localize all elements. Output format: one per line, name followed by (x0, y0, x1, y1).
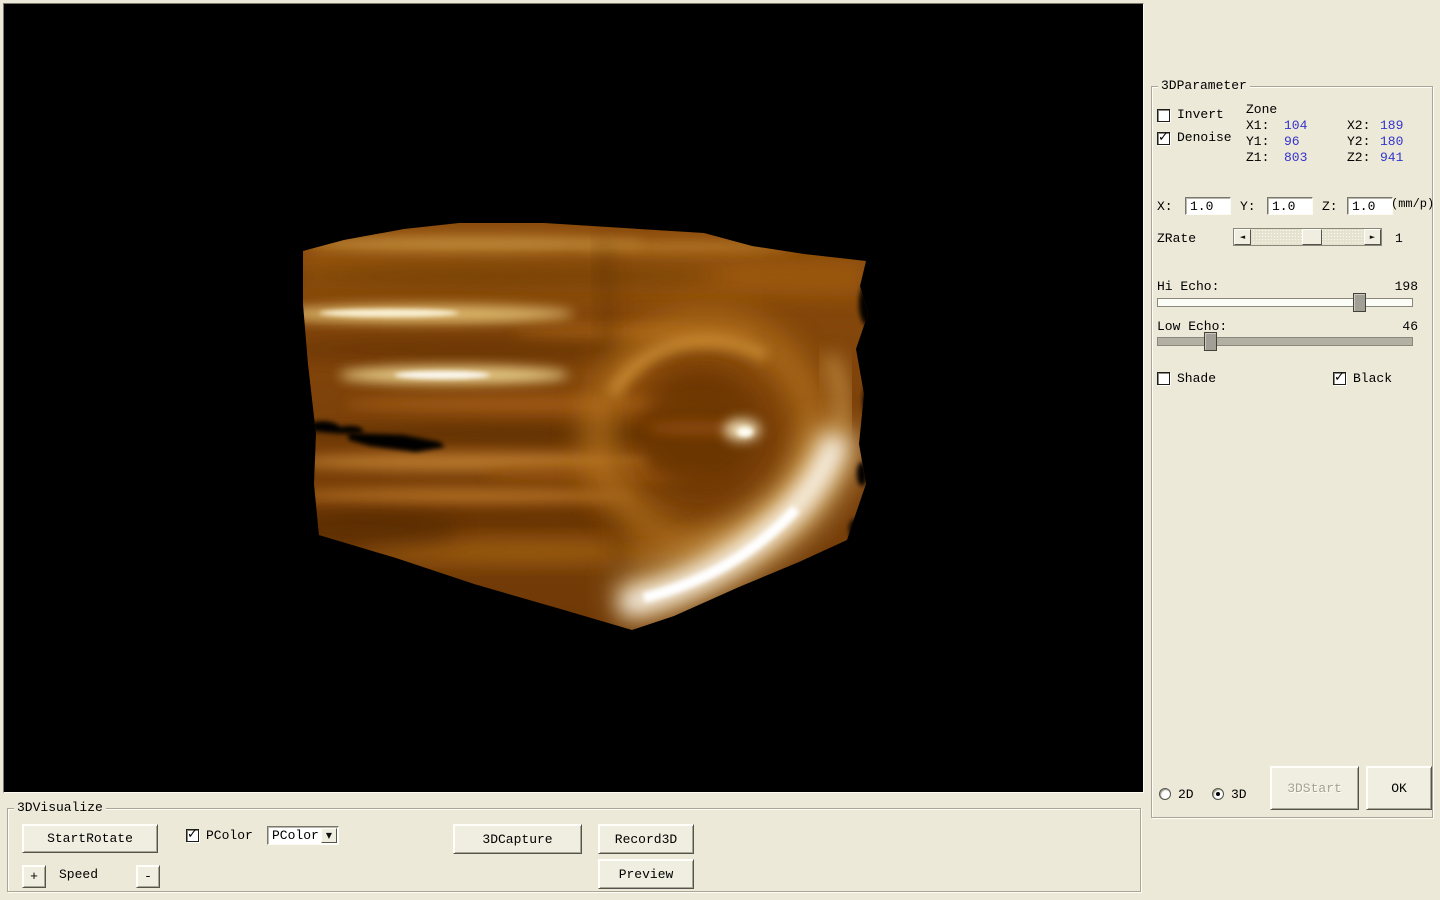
ultrasound-volume-render (4, 4, 1143, 792)
speed-label: Speed (59, 867, 98, 882)
pcolor-select-value: PColor (272, 828, 319, 843)
group-3dparameter-title: 3DParameter (1158, 78, 1250, 94)
hi-echo-slider-thumb[interactable] (1353, 293, 1366, 312)
pcolor-select[interactable]: PColor ▼ (267, 826, 339, 845)
zone-x1-value: 104 (1284, 118, 1307, 133)
zrate-scroll-right-icon[interactable]: ► (1364, 229, 1381, 245)
zrate-label: ZRate (1157, 231, 1196, 246)
mode-3d-radio[interactable] (1212, 788, 1224, 800)
start-rotate-button[interactable]: StartRotate (22, 824, 158, 853)
zone-z1-label: Z1: (1246, 150, 1269, 165)
app-window: { "colors": { "window_bg": "#ece9d8", "v… (0, 0, 1440, 900)
zone-y1-label: Y1: (1246, 134, 1269, 149)
speed-plus-button[interactable]: + (22, 865, 46, 888)
black-label: Black (1353, 371, 1392, 386)
black-checkbox[interactable]: ✓ (1333, 372, 1346, 385)
pcolor-label: PColor (206, 828, 253, 843)
zone-x2-value: 189 (1380, 118, 1403, 133)
zone-y2-label: Y2: (1347, 134, 1370, 149)
zone-z2-value: 941 (1380, 150, 1403, 165)
group-3dvisualize: 3DVisualize StartRotate ✓ PColor PColor … (7, 808, 1141, 892)
shade-checkbox[interactable] (1157, 372, 1170, 385)
ok-button[interactable]: OK (1366, 766, 1432, 810)
shade-label: Shade (1177, 371, 1216, 386)
pcolor-checkbox[interactable]: ✓ (186, 829, 199, 842)
zone-y1-value: 96 (1284, 134, 1300, 149)
hi-echo-value: 198 (1395, 279, 1418, 294)
scale-x-label: X: (1157, 199, 1173, 214)
zone-x1-label: X1: (1246, 118, 1269, 133)
group-3dvisualize-title: 3DVisualize (14, 800, 106, 816)
invert-label: Invert (1177, 107, 1224, 122)
check-icon: ✓ (187, 827, 198, 842)
radio-dot-icon (1216, 792, 1220, 796)
zone-title: Zone (1246, 102, 1277, 117)
low-echo-slider-track[interactable] (1157, 337, 1413, 346)
denoise-label: Denoise (1177, 130, 1232, 145)
check-icon: ✓ (1334, 370, 1345, 385)
mode-3d-label: 3D (1231, 787, 1247, 802)
low-echo-value: 46 (1402, 319, 1418, 334)
speed-minus-button[interactable]: - (136, 865, 160, 888)
hi-echo-label: Hi Echo: (1157, 279, 1219, 294)
group-3dparameter: 3DParameter Invert ✓ Denoise Zone X1: 10… (1151, 86, 1433, 818)
scale-y-input[interactable] (1267, 197, 1313, 215)
scale-x-input[interactable] (1185, 197, 1231, 215)
chevron-down-icon[interactable]: ▼ (321, 828, 337, 843)
scale-unit-label: (mm/p) (1391, 197, 1434, 212)
scale-z-label: Z: (1322, 199, 1338, 214)
scale-z-input[interactable] (1347, 197, 1393, 215)
invert-checkbox[interactable] (1157, 109, 1170, 122)
preview-button[interactable]: Preview (598, 859, 694, 889)
scale-y-label: Y: (1240, 199, 1256, 214)
zrate-scroll-left-icon[interactable]: ◄ (1234, 229, 1251, 245)
zrate-scrollbar[interactable]: ◄ ► (1233, 228, 1382, 246)
check-icon: ✓ (1158, 130, 1169, 145)
zone-x2-label: X2: (1347, 118, 1370, 133)
3dstart-button[interactable]: 3DStart (1270, 766, 1359, 810)
3dcapture-button[interactable]: 3DCapture (453, 824, 582, 854)
zrate-scrollbar-thumb[interactable] (1302, 229, 1322, 245)
denoise-checkbox[interactable]: ✓ (1157, 132, 1170, 145)
zrate-value: 1 (1395, 231, 1403, 246)
hi-echo-slider-track[interactable] (1157, 298, 1413, 307)
mode-2d-radio[interactable] (1159, 788, 1171, 800)
zone-z1-value: 803 (1284, 150, 1307, 165)
low-echo-slider-thumb[interactable] (1204, 332, 1217, 351)
record3d-button[interactable]: Record3D (598, 824, 694, 854)
zone-y2-value: 180 (1380, 134, 1403, 149)
mode-2d-label: 2D (1178, 787, 1194, 802)
render-viewport[interactable] (3, 3, 1144, 793)
zone-z2-label: Z2: (1347, 150, 1370, 165)
